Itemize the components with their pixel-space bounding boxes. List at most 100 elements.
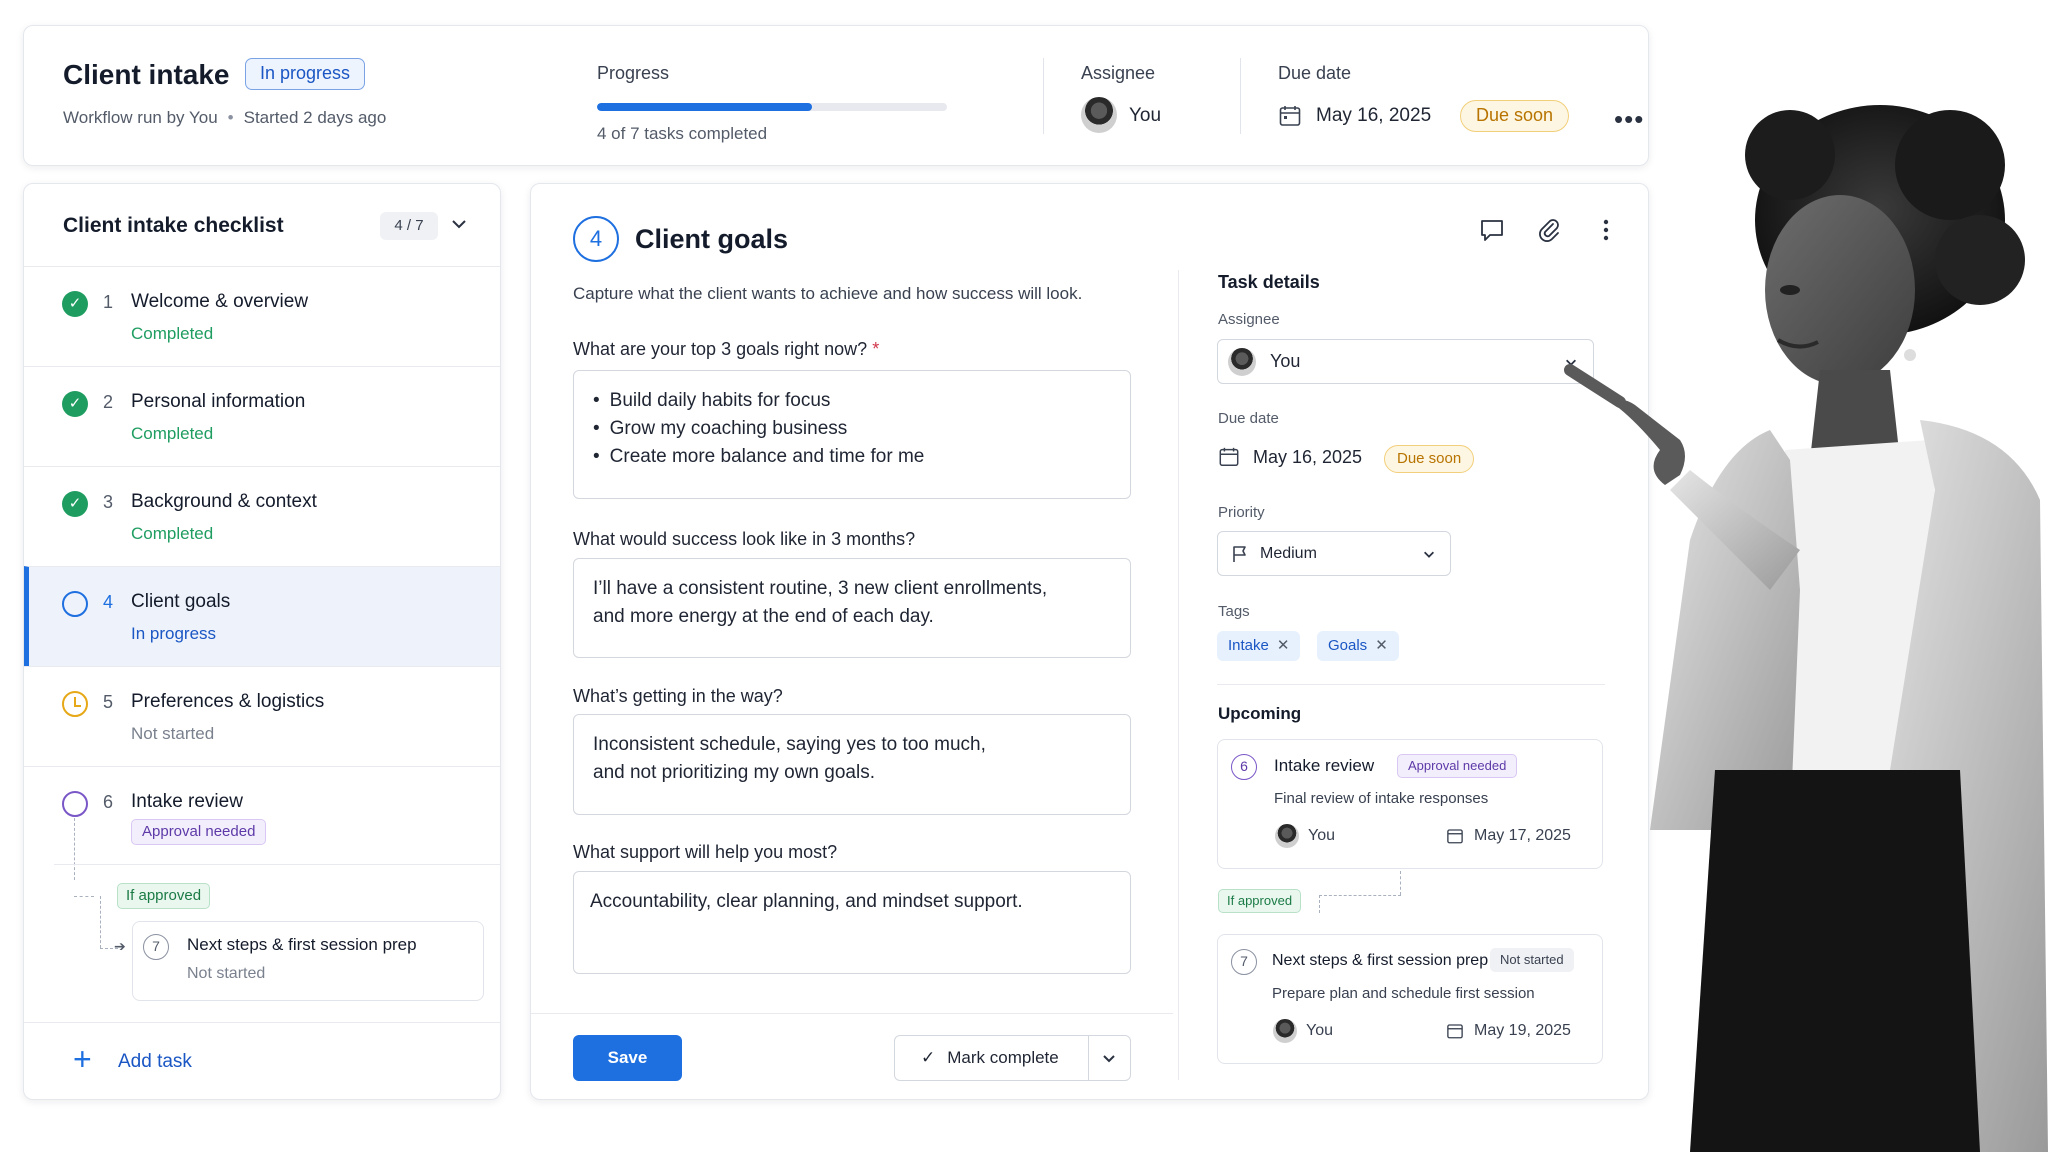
page-title: Client intake — [63, 59, 230, 90]
checklist-item-active[interactable]: 4 Client goals In progress — [24, 566, 500, 666]
workflow-header: Client intake In progress Workflow run b… — [23, 25, 1649, 166]
upcoming-title: Upcoming — [1218, 704, 1302, 723]
checklist-title: Client intake checklist — [63, 214, 284, 237]
branch-connector — [74, 818, 75, 880]
answer-line: Accountability, clear planning, and mind… — [590, 891, 1023, 912]
avatar — [1275, 824, 1299, 848]
assignee-label: Assignee — [1081, 63, 1156, 83]
due-date-label: Due date — [1218, 410, 1279, 427]
item-name: Client goals — [131, 591, 231, 612]
item-name: Next steps & first session prep — [187, 935, 417, 954]
item-number: 4 — [103, 592, 114, 612]
chevron-down-icon[interactable] — [449, 214, 469, 234]
upcoming-assignee: You — [1308, 827, 1335, 844]
clock-icon — [62, 691, 88, 717]
mark-complete-text: Mark complete — [947, 1048, 1059, 1067]
checklist-item[interactable]: 5 Preferences & logistics Not started — [24, 666, 500, 766]
upcoming-task-name: Next steps & first session prep — [1272, 952, 1489, 969]
item-status: Completed — [131, 424, 214, 443]
answer-bullet: Build daily habits for focus — [593, 387, 1111, 415]
chevron-down-icon — [1424, 551, 1434, 558]
close-icon[interactable]: ✕ — [1375, 637, 1388, 654]
item-name: Welcome & overview — [131, 291, 309, 312]
answer-line: Inconsistent schedule, saying yes to too… — [593, 734, 986, 755]
due-date-value[interactable]: May 16, 2025 — [1316, 105, 1431, 127]
chevron-down-icon[interactable] — [1101, 1050, 1117, 1066]
branch-connector — [1319, 895, 1320, 913]
upcoming-task-desc: Final review of intake responses — [1274, 790, 1489, 807]
separator-dot: • — [227, 108, 234, 127]
item-number: 3 — [103, 492, 114, 512]
sub-task-card[interactable]: 7 Next steps & first session prep Not st… — [132, 921, 484, 1001]
answer-field[interactable]: I’ll have a consistent routine, 3 new cl… — [573, 558, 1131, 658]
due-date-value[interactable]: May 16, 2025 — [1253, 447, 1362, 468]
calendar-icon — [1447, 1024, 1463, 1039]
checklist-item[interactable]: ✓ 2 Personal information Completed — [24, 366, 500, 466]
item-number: 5 — [103, 692, 114, 712]
due-soon-badge: Due soon — [1384, 445, 1475, 473]
task-details-title: Task details — [1218, 272, 1320, 292]
priority-label: Priority — [1218, 504, 1265, 521]
answer-line: and not prioritizing my own goals. — [593, 762, 875, 783]
plus-icon: + — [73, 1041, 92, 1077]
assignee-name[interactable]: You — [1129, 105, 1161, 127]
answer-field[interactable]: Accountability, clear planning, and mind… — [573, 871, 1131, 974]
arrow-right-icon: ➔ — [114, 938, 126, 954]
assignee-label: Assignee — [1218, 311, 1280, 328]
check-icon: ✓ — [921, 1048, 936, 1067]
required-marker: * — [872, 339, 880, 359]
close-icon[interactable]: ✕ — [1277, 637, 1290, 654]
person-photo — [1564, 105, 2048, 1152]
divider — [1043, 58, 1044, 134]
check-circle-icon: ✓ — [62, 391, 88, 417]
question-label: What are your top 3 goals right now? * — [573, 339, 879, 360]
branch-connector — [1400, 871, 1401, 895]
checklist-count: 4 / 7 — [380, 212, 438, 240]
calendar-icon — [1447, 829, 1463, 844]
checklist-item[interactable]: ✓ 3 Background & context Completed — [24, 466, 500, 566]
progress-bar — [597, 103, 947, 111]
item-name: Personal information — [131, 391, 306, 412]
item-status: Completed — [131, 324, 214, 343]
assignee-select[interactable]: You — [1217, 339, 1594, 384]
checklist-panel: Client intake checklist 4 / 7 ✓ 1 Welcom… — [23, 183, 501, 1100]
task-description: Capture what the client wants to achieve… — [573, 284, 1083, 303]
answer-field[interactable]: Build daily habits for focus Grow my coa… — [573, 370, 1131, 499]
answer-bullet: Grow my coaching business — [593, 415, 1111, 443]
answer-field[interactable]: Inconsistent schedule, saying yes to too… — [573, 714, 1131, 815]
item-number: 6 — [103, 792, 114, 812]
item-status: Not started — [187, 965, 266, 982]
add-task-button[interactable]: + Add task — [24, 1022, 500, 1099]
save-button[interactable]: Save — [573, 1035, 682, 1081]
branch-connector — [100, 896, 101, 948]
priority-select[interactable]: Medium — [1217, 531, 1451, 576]
priority-value: Medium — [1260, 545, 1317, 562]
progress-fill — [597, 103, 813, 111]
question-label: What’s getting in the way? — [573, 686, 783, 706]
progress-text: 4 of 7 tasks completed — [597, 124, 768, 143]
question-label: What would success look like in 3 months… — [573, 529, 916, 549]
divider — [531, 1013, 1173, 1014]
mark-complete-button[interactable]: ✓ Mark complete — [894, 1035, 1131, 1081]
due-date-label: Due date — [1278, 63, 1352, 83]
checklist-item[interactable]: ✓ 1 Welcome & overview Completed — [24, 266, 500, 366]
in-progress-circle-icon — [62, 591, 88, 617]
avatar — [1273, 1019, 1297, 1043]
item-name: Preferences & logistics — [131, 691, 325, 712]
comment-icon[interactable] — [1478, 216, 1506, 244]
check-circle-icon: ✓ — [62, 491, 88, 517]
task-title: Client goals — [635, 224, 789, 254]
item-number: 2 — [103, 392, 114, 412]
calendar-icon — [1219, 447, 1239, 466]
if-approved-badge: If approved — [117, 883, 211, 909]
tag-chip[interactable]: Goals ✕ — [1317, 631, 1399, 661]
item-status: In progress — [131, 624, 217, 643]
task-panel: 4 Client goals Capture what the client w… — [530, 183, 1649, 1100]
tag-chip[interactable]: Intake ✕ — [1217, 631, 1301, 661]
avatar[interactable] — [1081, 97, 1117, 133]
answer-bullet: Create more balance and time for me — [593, 443, 1111, 471]
divider — [54, 864, 500, 865]
item-number: 1 — [103, 292, 114, 312]
answer-line: I’ll have a consistent routine, 3 new cl… — [593, 578, 1048, 599]
calendar-icon — [1279, 106, 1301, 126]
